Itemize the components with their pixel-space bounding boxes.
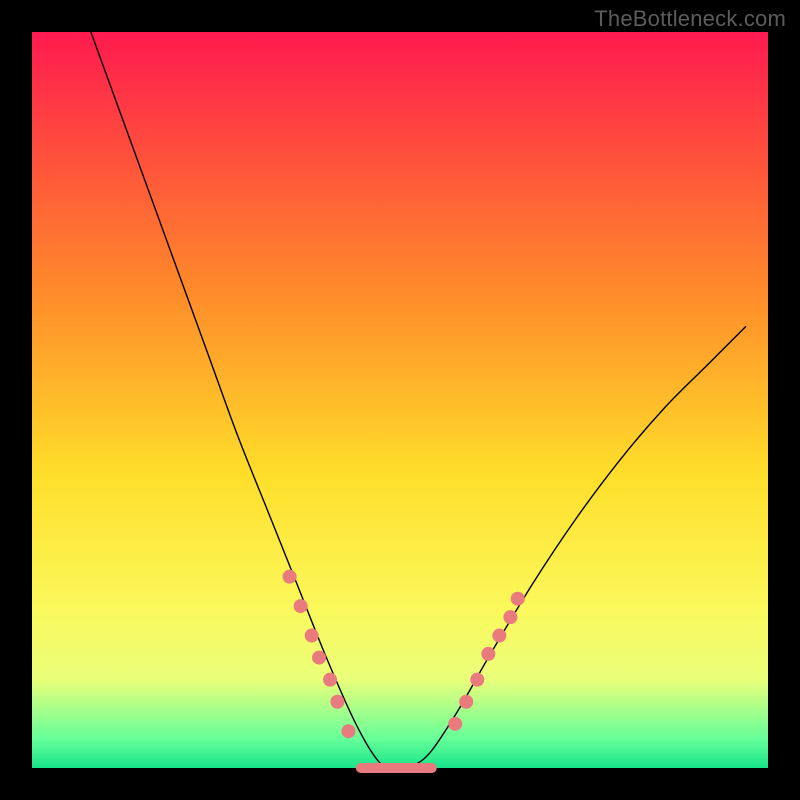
- marker-dot: [492, 629, 506, 643]
- marker-dot: [481, 647, 495, 661]
- marker-dot: [341, 724, 355, 738]
- marker-dot: [448, 717, 462, 731]
- marker-dot: [294, 599, 308, 613]
- chart-canvas: [0, 0, 800, 800]
- plot-background: [32, 32, 768, 768]
- marker-dot: [470, 673, 484, 687]
- marker-dot: [305, 629, 319, 643]
- marker-dot: [312, 651, 326, 665]
- marker-dot: [330, 695, 344, 709]
- watermark-text: TheBottleneck.com: [594, 6, 786, 32]
- marker-dot: [283, 570, 297, 584]
- bottleneck-chart: TheBottleneck.com: [0, 0, 800, 800]
- marker-dot: [459, 695, 473, 709]
- flat-marker-bar: [356, 763, 437, 773]
- marker-dot: [503, 610, 517, 624]
- marker-dot: [511, 592, 525, 606]
- marker-dot: [323, 673, 337, 687]
